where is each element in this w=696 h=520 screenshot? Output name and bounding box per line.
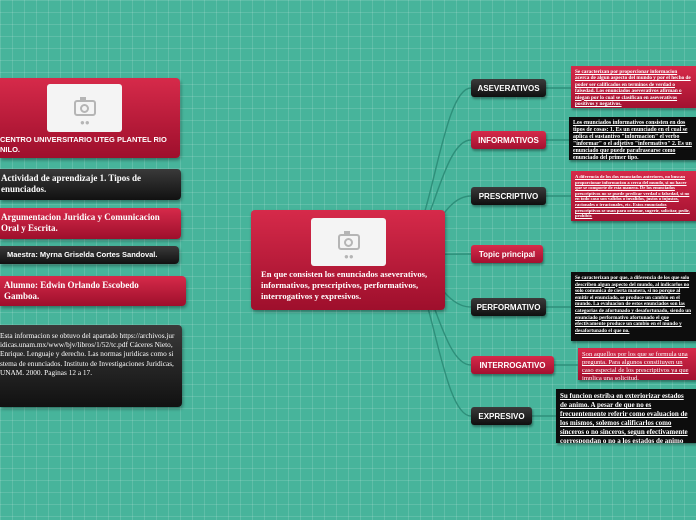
branch-interrogativo[interactable]: INTERROGATIVO (471, 356, 554, 374)
note-aseverativos[interactable]: Se caracterizan por proporcionar informa… (571, 66, 696, 108)
institution-node[interactable]: ●● CENTRO UNIVERSITARIO UTEG PLANTEL RIO… (0, 78, 180, 158)
activity-node[interactable]: Actividad de aprendizaje 1. Tipos de enu… (0, 169, 181, 200)
dots-icon: ●● (80, 118, 90, 127)
subject-label: Argumentacion Juridica y Comunicacion Or… (1, 212, 160, 233)
subject-node[interactable]: Argumentacion Juridica y Comunicacion Or… (0, 208, 181, 239)
source-node[interactable]: Esta informacion se obtuvo del apartado … (0, 325, 182, 407)
branch-expresivo[interactable]: EXPRESIVO (471, 407, 532, 425)
branch-topic-principal[interactable]: Topic principal (471, 245, 543, 263)
note-expresivo[interactable]: Su funcion estriba en exteriorizar estad… (556, 389, 696, 443)
camera-icon (73, 97, 96, 116)
activity-label: Actividad de aprendizaje 1. Tipos de enu… (1, 173, 142, 194)
image-placeholder: ●● (47, 84, 122, 132)
source-label: Esta informacion se obtuvo del apartado … (0, 331, 175, 377)
teacher-label: Maestra: Myrna Griselda Cortes Sandoval. (7, 250, 158, 259)
student-label: Alumno: Edwin Orlando Escobedo Gamboa. (4, 280, 139, 301)
student-node[interactable]: Alumno: Edwin Orlando Escobedo Gamboa. (0, 276, 186, 306)
note-interrogativo[interactable]: Son aquellos por los que se formula una … (578, 348, 696, 380)
camera-icon (337, 231, 360, 250)
note-prescriptivo[interactable]: A diferencia de los dos enunciados anter… (571, 171, 696, 221)
teacher-node[interactable]: Maestra: Myrna Griselda Cortes Sandoval. (0, 246, 179, 264)
branch-prescriptivo[interactable]: PRESCRIPTIVO (471, 187, 546, 205)
institution-label: CENTRO UNIVERSITARIO UTEG PLANTEL RIO NI… (0, 135, 167, 154)
note-performativo[interactable]: Se caracterizan por que, a diferencia de… (571, 272, 696, 341)
central-topic[interactable]: ●● En que consisten los enunciados aseve… (251, 210, 445, 310)
branch-aseverativos[interactable]: ASEVERATIVOS (471, 79, 546, 97)
note-informativos[interactable]: Los enunciados informativos consisten en… (569, 117, 696, 160)
central-topic-label: En que consisten los enunciados aseverat… (261, 269, 428, 301)
branch-performativo[interactable]: PERFORMATIVO (471, 298, 546, 316)
branch-informativos[interactable]: INFORMATIVOS (471, 131, 546, 149)
central-image-placeholder: ●● (311, 218, 386, 266)
dots-icon: ●● (344, 252, 354, 261)
